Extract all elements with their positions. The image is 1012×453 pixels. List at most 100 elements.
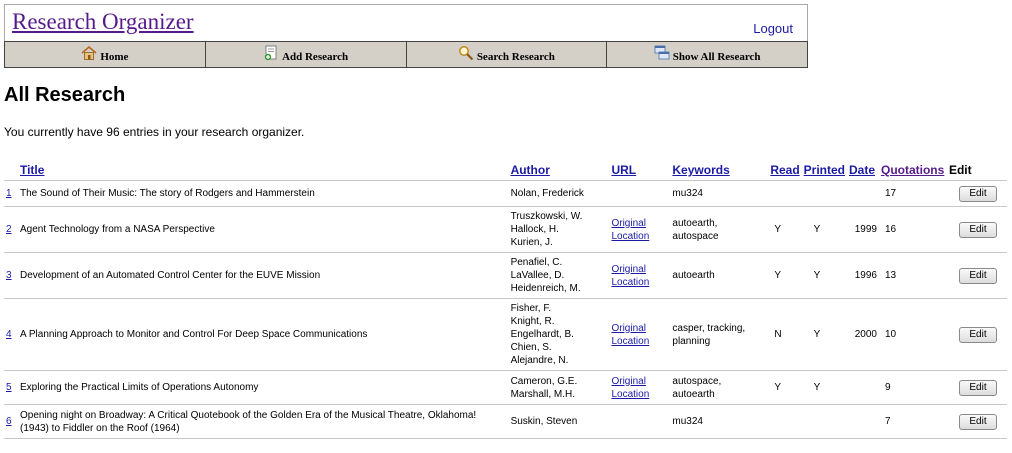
edit-button[interactable]: Edit: [959, 413, 997, 430]
edit-button[interactable]: Edit: [959, 221, 997, 238]
row-number-link[interactable]: 2: [6, 224, 12, 235]
url-cell: [609, 404, 671, 439]
edit-button[interactable]: Edit: [959, 267, 997, 284]
nav-add-research-label: Add Research: [282, 50, 349, 63]
row-number-cell: 4: [4, 298, 18, 371]
edit-cell: Edit: [946, 370, 1007, 405]
printed-cell: [801, 404, 847, 439]
edit-cell: Edit: [946, 252, 1007, 299]
author-cell: Suskin, Steven: [508, 404, 610, 439]
home-icon: [81, 45, 97, 61]
col-author-header: Author: [508, 160, 610, 181]
edit-button[interactable]: Edit: [959, 185, 997, 202]
url-cell: [609, 180, 671, 207]
original-location-link[interactable]: Original Location: [611, 263, 668, 289]
author-line: Heidenreich, M.: [510, 283, 581, 294]
table-row: 4 A Planning Approach to Monitor and Cont…: [4, 298, 1007, 371]
sort-author-link[interactable]: Author: [511, 163, 550, 177]
keyword-line: mu324: [672, 416, 703, 427]
author-line: Truszkowski, W.: [510, 211, 583, 222]
url-link-line: Location: [611, 335, 650, 347]
table-row: 2 Agent Technology from a NASA Perspectiv…: [4, 206, 1007, 253]
sort-read-link[interactable]: Read: [770, 163, 799, 177]
quotations-cell: 9: [878, 370, 947, 405]
table-row: 6 Opening night on Broadway: A Critical Q…: [4, 404, 1007, 439]
col-title-header: Title: [17, 160, 509, 181]
app-title-link[interactable]: Research Organizer: [12, 9, 194, 35]
title-cell: Agent Technology from a NASA Perspective: [17, 206, 509, 253]
edit-cell: Edit: [946, 206, 1007, 253]
author-line: Engelhardt, B.: [510, 329, 574, 340]
date-cell: 2000: [847, 298, 879, 371]
original-location-link[interactable]: Original Location: [611, 217, 668, 243]
sort-date-link[interactable]: Date: [849, 163, 875, 177]
sort-url-link[interactable]: URL: [611, 163, 636, 177]
title-cell: Development of an Automated Control Cent…: [17, 252, 509, 299]
row-number-link[interactable]: 4: [6, 329, 12, 340]
printed-cell: Y: [801, 252, 847, 299]
quotations-cell: 10: [878, 298, 947, 371]
sort-quotations-link[interactable]: Quotations: [881, 163, 944, 177]
sort-title-link[interactable]: Title: [20, 163, 44, 177]
keywords-cell: casper, tracking, planning: [670, 298, 769, 371]
author-line: Alejandre, N.: [510, 355, 569, 366]
nav-search-research[interactable]: Search Research: [406, 42, 608, 67]
keyword-line: casper, tracking,: [672, 322, 746, 334]
add-research-icon: [263, 45, 279, 61]
read-cell: Y: [768, 370, 802, 405]
date-cell: [847, 370, 879, 405]
original-location-link[interactable]: Original Location: [611, 322, 668, 348]
keyword-line: autospace,: [672, 375, 722, 387]
row-number-cell: 3: [4, 252, 18, 299]
keyword-line: planning: [672, 335, 711, 347]
sort-printed-link[interactable]: Printed: [804, 163, 845, 177]
logout-link[interactable]: Logout: [753, 21, 793, 36]
research-table: Title Author URL Keywords Read Printed D…: [4, 160, 1007, 439]
nav-home[interactable]: Home: [5, 42, 206, 67]
original-location-link[interactable]: Original Location: [611, 375, 668, 401]
nav-add-research[interactable]: Add Research: [205, 42, 407, 67]
author-cell: Truszkowski, W. Hallock, H. Kurien, J.: [508, 206, 610, 253]
keywords-cell: autoearth: [670, 252, 769, 299]
col-edit-header: Edit: [946, 160, 1007, 181]
url-link-line: Location: [611, 230, 650, 242]
read-cell: [768, 180, 802, 207]
url-cell: Original Location: [609, 298, 671, 371]
read-cell: Y: [768, 252, 802, 299]
header: Research Organizer Logout: [4, 4, 808, 41]
row-number-link[interactable]: 3: [6, 270, 12, 281]
edit-button[interactable]: Edit: [959, 326, 997, 343]
sort-keywords-link[interactable]: Keywords: [672, 163, 729, 177]
quotations-cell: 17: [878, 180, 947, 207]
col-read-header: Read: [768, 160, 802, 181]
author-cell: Penafiel, C. LaVallee, D. Heidenreich, M.: [508, 252, 610, 299]
col-num-header: [4, 160, 18, 181]
keyword-line: mu324: [672, 188, 703, 199]
printed-cell: Y: [801, 298, 847, 371]
edit-cell: Edit: [946, 180, 1007, 207]
title-cell: Exploring the Practical Limits of Operat…: [17, 370, 509, 405]
edit-button[interactable]: Edit: [959, 379, 997, 396]
nav-bar: Home Add Research Search Research Show A…: [4, 41, 808, 68]
nav-show-all-research[interactable]: Show All Research: [607, 42, 807, 67]
author-line: Knight, R.: [510, 316, 555, 327]
printed-cell: [801, 180, 847, 207]
read-cell: [768, 404, 802, 439]
row-number-link[interactable]: 6: [6, 416, 12, 427]
windows-icon: [654, 45, 670, 61]
url-link-line: Original: [611, 217, 646, 229]
author-line: Cameron, G.E.: [510, 375, 578, 387]
col-keywords-header: Keywords: [670, 160, 769, 181]
row-number-link[interactable]: 1: [6, 188, 12, 199]
read-cell: Y: [768, 206, 802, 253]
nav-search-research-label: Search Research: [476, 50, 555, 63]
author-line: Hallock, H.: [510, 224, 559, 235]
author-cell: Fisher, F. Knight, R. Engelhardt, B. Chien,…: [508, 298, 610, 371]
col-quotations-header: Quotations: [878, 160, 947, 181]
row-number-link[interactable]: 5: [6, 382, 12, 393]
date-cell: 1996: [847, 252, 879, 299]
col-url-header: URL: [609, 160, 671, 181]
quotations-cell: 13: [878, 252, 947, 299]
author-line: Chien, S.: [510, 342, 552, 353]
author-line: Nolan, Frederick: [510, 188, 584, 199]
